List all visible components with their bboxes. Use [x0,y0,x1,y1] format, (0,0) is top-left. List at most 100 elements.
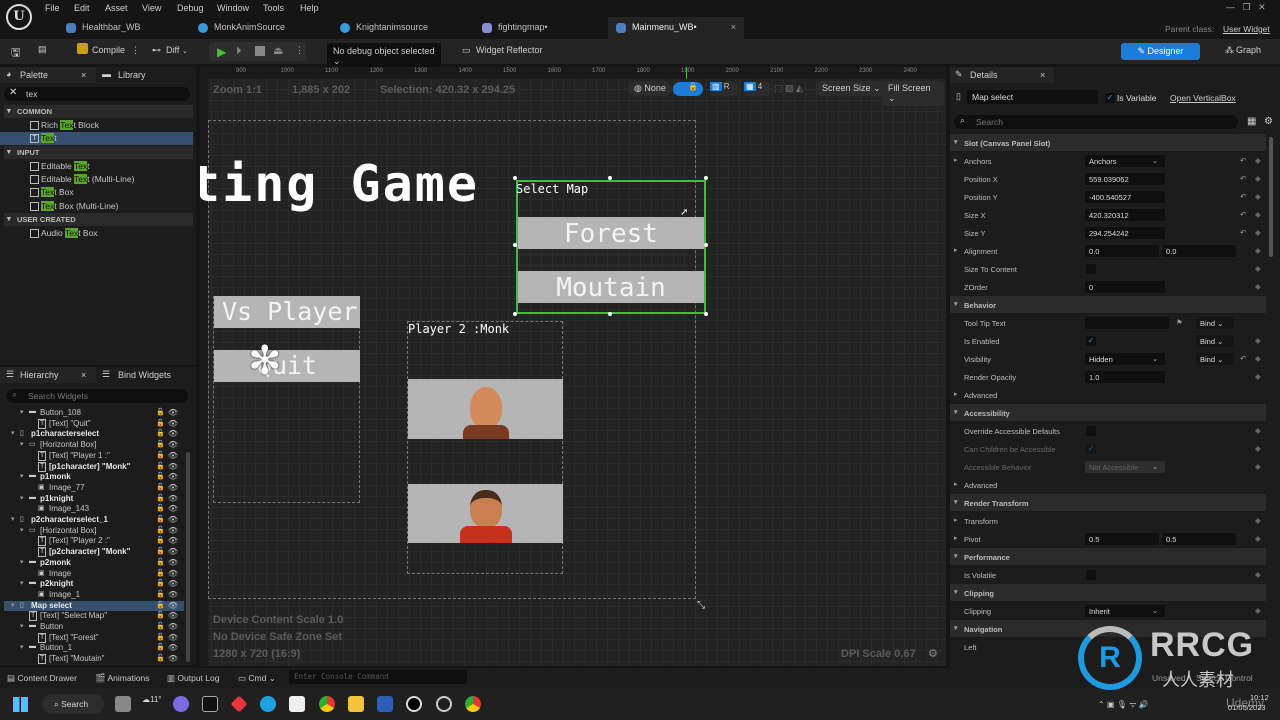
settings-gear-icon[interactable]: ⚙ [1264,116,1273,127]
property-row-slot-canvas-panel-slot-[interactable]: ▾ Slot (Canvas Panel Slot) [950,134,1266,152]
expand-arrow-icon[interactable]: ▾ [20,622,24,630]
expand-arrow-icon[interactable]: ▾ [20,408,24,416]
parent-class-link[interactable]: User Widget [1223,24,1270,34]
lock-icon[interactable]: 🔓 [156,504,165,512]
property-binding-icon[interactable]: ◆ [1255,192,1261,201]
source-control-button[interactable]: Source Control [1196,673,1253,683]
property-row-performance[interactable]: ▾ Performance [950,548,1266,566]
palette-item[interactable]: T Text [0,132,193,146]
dpi-settings-gear-icon[interactable]: ⚙ [928,647,938,660]
property-binding-icon[interactable]: ◆ [1255,444,1261,453]
property-binding-icon[interactable]: ◆ [1255,336,1261,345]
fill-screen-dropdown[interactable]: Fill Screen ⌄ [884,81,944,106]
compile-options-icon[interactable]: ⋮ [131,45,140,56]
property-value-input[interactable]: 420.320312 [1085,209,1165,221]
visibility-eye-icon[interactable]: 👁 [168,643,178,652]
lock-icon[interactable]: 🔓 [156,654,165,662]
play-icon[interactable]: ▶ [217,45,226,59]
widget-reflector-button[interactable]: Widget Reflector [476,45,543,55]
bind-widgets-tab[interactable]: ☰ Bind Widgets [98,367,194,383]
library-tab[interactable]: ▬ Library [98,67,194,83]
visibility-eye-icon[interactable]: 👁 [168,579,178,588]
hierarchy-row[interactable]: ▣ Image_143 🔓 👁 [4,504,184,515]
resize-handle[interactable] [608,176,612,180]
section-collapse-icon[interactable]: ▾ [954,588,958,596]
property-binding-icon[interactable]: ◆ [1255,516,1261,525]
menu-asset[interactable]: Asset [105,3,128,13]
expand-arrow-icon[interactable]: ▸ [954,516,958,524]
hierarchy-tab[interactable]: ☰ Hierarchy × [0,367,96,383]
word-icon[interactable] [377,696,393,712]
respect-locks-toggle[interactable]: ▥ R [710,82,738,96]
palette-search-input[interactable]: ✕ tex [4,87,190,101]
section-collapse-icon[interactable]: ▾ [954,552,958,560]
palette-section-common[interactable]: ▾ COMMON [4,105,193,118]
lock-icon[interactable]: 🔓 [156,601,165,609]
property-value-input[interactable]: 0 [1085,281,1165,293]
details-search-input[interactable]: ⌕ Search [954,115,1238,129]
expand-arrow-icon[interactable]: ▸ [954,480,958,488]
property-binding-icon[interactable]: ◆ [1255,372,1261,381]
section-collapse-icon[interactable]: ▾ [954,300,958,308]
hierarchy-row[interactable]: T [Text] "Forest" 🔓 👁 [4,632,184,644]
p2knight-button[interactable] [408,484,563,543]
lock-icon[interactable]: 🔓 [156,622,165,630]
menu-view[interactable]: View [142,3,161,13]
lock-icon[interactable]: 🔓 [156,462,165,470]
tab-close-icon[interactable]: × [731,22,736,32]
palette-tab[interactable]: ◕ Palette × [0,67,96,83]
windows-start-icon[interactable] [13,697,28,712]
expand-arrow-icon[interactable]: ▾ [11,429,15,437]
reset-to-default-icon[interactable]: ↶ [1240,156,1246,165]
expand-arrow-icon[interactable]: ▾ [20,526,24,534]
visibility-eye-icon[interactable]: 👁 [168,654,178,663]
hierarchy-row[interactable]: ▾ ▭ [Horizontal Box] 🔓 👁 [4,526,184,537]
property-row-clipping[interactable]: ▾ Clipping [950,584,1266,602]
expand-arrow-icon[interactable]: ▾ [20,494,24,502]
system-tray-icons[interactable]: ⌃ ▣ 🎙 ᯤ 🔊 [1098,699,1149,710]
property-value-input[interactable]: 559.039062 [1085,173,1165,185]
property-row-render-transform[interactable]: ▾ Render Transform [950,494,1266,512]
animations-button[interactable]: 🎬 Animations [95,673,150,684]
compile-icon[interactable] [77,43,88,54]
task-view-icon[interactable] [115,696,131,712]
lock-icon[interactable]: 🔓 [156,579,165,587]
step-icon[interactable]: ⏵ [236,45,242,58]
hierarchy-row[interactable]: ▾ ▬ p1monk 🔓 👁 [4,472,184,483]
hierarchy-row[interactable]: T [Text] "Moutain" 🔓 👁 [4,654,184,665]
property-value-x[interactable]: 0.0 [1085,245,1159,257]
teams-icon[interactable] [173,696,189,712]
property-binding-icon[interactable]: ◆ [1255,570,1261,579]
property-value-input[interactable]: -400.540527 [1085,191,1165,203]
property-row-advanced[interactable]: ▸ Advanced [950,476,1266,494]
section-collapse-icon[interactable]: ▾ [954,138,958,146]
expand-arrow-icon[interactable]: ▸ [954,534,958,542]
hierarchy-row[interactable]: T [Text] "Quit" 🔓 👁 [4,418,184,430]
epic-games-icon[interactable] [202,696,218,712]
menu-debug[interactable]: Debug [177,3,204,13]
visibility-eye-icon[interactable]: 👁 [168,462,178,471]
lock-icon[interactable]: 🔓 [156,643,165,651]
lock-icon[interactable]: 🔓 [156,526,165,534]
hierarchy-row[interactable]: T [p1character] "Monk" 🔓 👁 [4,461,184,473]
mountain-button[interactable]: Moutain [518,271,704,303]
visibility-eye-icon[interactable]: 👁 [168,451,178,460]
expand-arrow-icon[interactable]: ▾ [20,643,24,651]
lock-icon[interactable]: 🔓 [156,515,165,523]
bind-dropdown[interactable]: Bind ⌄ [1196,317,1234,329]
property-value-input[interactable]: 294.254242 [1085,227,1165,239]
expand-arrow-icon[interactable]: ▾ [20,472,24,480]
property-row-advanced[interactable]: ▸ Advanced [950,386,1266,404]
chrome-icon[interactable] [465,696,481,712]
bind-dropdown[interactable]: Bind ⌄ [1196,335,1234,347]
expand-arrow-icon[interactable]: ▾ [20,558,24,566]
browse-icon[interactable]: ▤ [38,44,47,55]
resize-handle[interactable] [513,243,517,247]
property-binding-icon[interactable]: ◆ [1255,264,1261,273]
save-icon[interactable]: 🖫 [11,44,20,63]
palette-item[interactable]: Audio Text Box [0,227,193,240]
unsaved-indicator[interactable]: Unsaved [1152,673,1186,683]
lock-icon[interactable]: 🔓 [156,558,165,566]
eject-icon[interactable]: ⏏ [273,44,283,57]
screen-size-dropdown[interactable]: Screen Size ⌄ [818,81,885,96]
